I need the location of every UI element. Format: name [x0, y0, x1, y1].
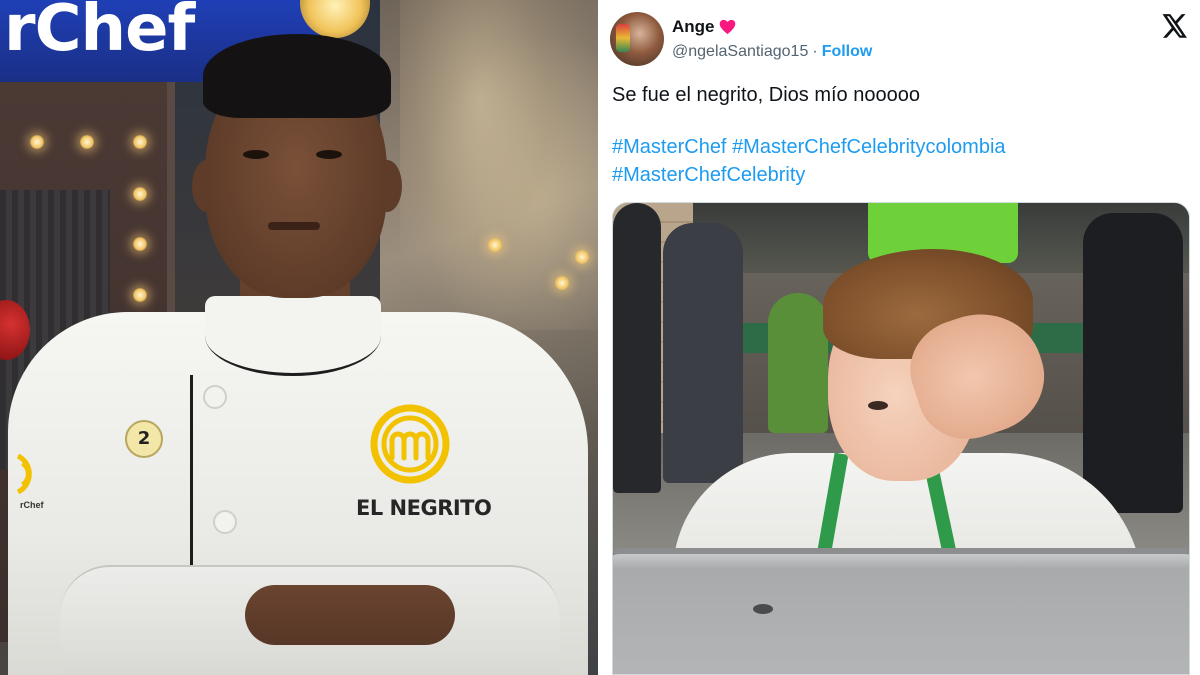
light-bulb: [575, 250, 589, 264]
avatar-accent: [616, 24, 630, 52]
kid-eye: [868, 401, 888, 410]
chef-hair: [203, 34, 391, 118]
chef-photo: rChef 2 EL NEGRITO rChef: [0, 0, 598, 675]
laptop: [613, 548, 1189, 674]
laptop-camera: [753, 604, 773, 614]
tweet-card: Ange @ngelaSantiago15 · Follow Se fue el…: [602, 0, 1200, 675]
light-bulb: [133, 288, 147, 302]
light-bulb: [80, 135, 94, 149]
chef-mouth: [268, 222, 320, 230]
hashtag-link[interactable]: #MasterChefCelebrity: [612, 164, 805, 186]
tweet-media-image[interactable]: [612, 202, 1190, 675]
chef-collar: [205, 296, 381, 376]
follow-button[interactable]: Follow: [822, 43, 873, 61]
masterchef-logo-icon: [370, 404, 450, 484]
chef-hand: [245, 585, 455, 645]
light-bulb: [555, 276, 569, 290]
number-badge: 2: [125, 420, 163, 458]
light-bulb: [30, 135, 44, 149]
jacket-button: [213, 510, 237, 534]
image-person: [768, 293, 828, 433]
hashtag-link[interactable]: #MasterChefCelebritycolombia: [732, 136, 1005, 158]
x-logo-icon[interactable]: [1162, 14, 1188, 38]
separator-dot: ·: [812, 43, 818, 60]
display-name[interactable]: Ange: [672, 16, 736, 38]
avatar[interactable]: [610, 12, 664, 66]
hashtag-list: #MasterChef #MasterChefCelebritycolombia…: [612, 133, 1192, 189]
image-person: [1083, 213, 1183, 513]
chef-eye: [243, 150, 269, 159]
jacket-button: [203, 385, 227, 409]
image-person: [613, 203, 661, 493]
light-bulb: [488, 238, 502, 252]
chef-eye: [316, 150, 342, 159]
user-handle[interactable]: @ngelaSantiago15: [672, 43, 808, 61]
light-bulb: [133, 135, 147, 149]
hashtag-link[interactable]: #MasterChef: [612, 136, 727, 158]
light-bulb: [133, 187, 147, 201]
display-name-text: Ange: [672, 17, 715, 36]
sleeve-text: rChef: [20, 500, 44, 510]
name-tag: EL NEGRITO: [356, 496, 492, 520]
image-person: [663, 223, 743, 483]
tweet-text: Se fue el negrito, Dios mío nooooo: [612, 84, 920, 106]
sleeve-logo-icon: [16, 453, 32, 495]
heart-icon: [719, 19, 735, 35]
light-bulb: [133, 237, 147, 251]
handle-row: @ngelaSantiago15 · Follow: [672, 42, 872, 62]
